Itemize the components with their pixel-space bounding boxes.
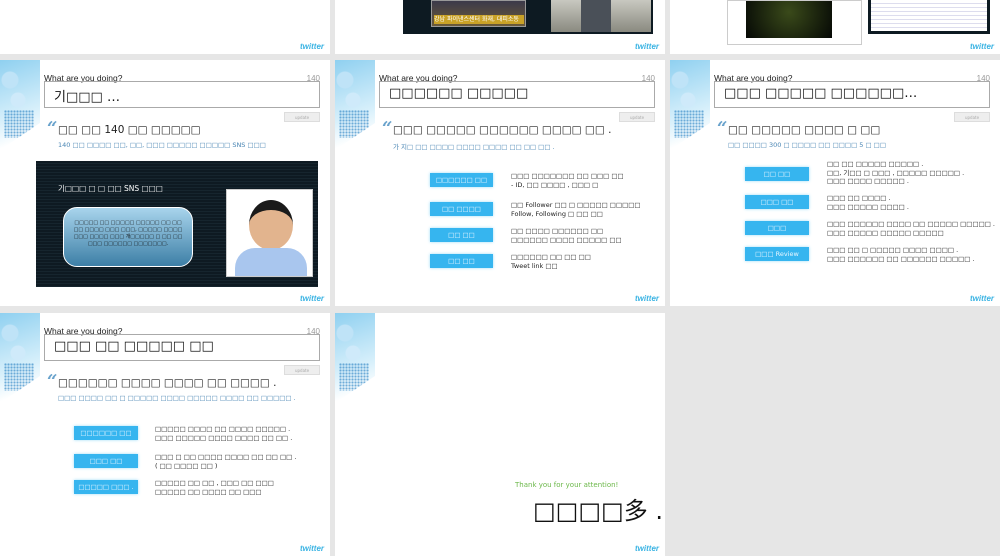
inner-title: 기□□□ □ □ □□ SNS □□□: [58, 184, 163, 193]
feature-desc: □□□□□□ □□ □□ □□ Tweet link □□: [511, 253, 591, 270]
news-image: 강남 파이낸스센터 화재, 대피소동: [403, 0, 653, 34]
desc-line: □□ □□ □□□□□ □□□□□ .: [827, 160, 924, 168]
person-photo: [226, 189, 313, 277]
desc-line: □□□ □ □□ □□□□ □□□□ □□ □□ □□ .: [155, 453, 297, 461]
bird-decoration-icon: [335, 60, 375, 150]
desc-line: □□□□□ □□ □□ , □□□ □□ □□□: [155, 479, 274, 487]
feature-button: □□ □□: [745, 167, 809, 181]
slide-thumbnail-7[interactable]: What are you doing? 140 □□□ □□ □□□□□ □□ …: [0, 313, 330, 556]
news-caption: 강남 파이낸스센터 화재, 대피소동: [434, 15, 524, 24]
feature-desc: □□□ □□ □□□□ . □□□ □□□□□ □□□□ .: [827, 194, 909, 211]
twitter-logo: twitter: [635, 544, 659, 553]
status-input: □□□□□□ □□□□□: [379, 81, 655, 108]
desc-line: □□ □□□□ □□□□□□ □□: [511, 227, 604, 235]
feature-desc: □□ Follower □□ □ □□□□□ □□□□□ Follow, Foll…: [511, 201, 641, 218]
bird-decoration-icon: [0, 60, 40, 150]
desc-line: □□□ □□□□□□ □□ □□□□□□ □□□□□ .: [827, 254, 975, 263]
desc-line: □□□ □□□□□□□ □□ □□□ □□: [511, 172, 624, 180]
closing-text: □□□□多 .: [533, 497, 663, 525]
desc-line: □□□ □□ □ □□□□□ □□□□ □□□□ .: [827, 246, 959, 254]
quote-icon: “: [47, 371, 58, 392]
desc-line: ( □□ □□□□ □□ ): [155, 461, 218, 470]
desc-line: Tweet link □□: [511, 261, 558, 270]
slide-thumbnail-2[interactable]: 강남 파이낸스센터 화재, 대피소동 twitter: [335, 0, 665, 54]
slide-heading: □□ □□□□□ □□□□ □ □□: [728, 124, 881, 136]
desc-line: □□□ □□ □□□□ .: [827, 194, 891, 202]
twitter-logo: twitter: [970, 294, 994, 303]
slide-thumbnail-4[interactable]: What are you doing? 140 기□□□ … update “ …: [0, 60, 330, 306]
desc-line: Follow, Following □ □□ □□: [511, 209, 603, 218]
update-button: update: [284, 112, 320, 122]
bird-decoration-icon: [670, 60, 710, 150]
slide-thumbnail-3[interactable]: twitter: [670, 0, 1000, 54]
slide-thumbnail-6[interactable]: What are you doing? 140 □□□ □□□□□ □□□□□□…: [670, 60, 1000, 306]
status-input: □□□ □□□□□ □□□□□□…: [714, 81, 990, 108]
feature-desc: □□□ □□ □ □□□□□ □□□□ □□□□ . □□□ □□□□□□ □□ …: [827, 246, 975, 263]
slide-thumbnail-8[interactable]: Thank you for your attention! □□□□多 . tw…: [335, 313, 665, 556]
desc-line: □□□ □□□□□ □□□□ .: [827, 202, 909, 211]
quote-icon: “: [717, 118, 728, 139]
twitter-logo: twitter: [300, 544, 324, 553]
desc-line: □□□ □□□□ □□□□□ .: [827, 177, 909, 185]
video-panel: 기□□□ □ □ □□ SNS □□□ □□□□□ □□ □□□□□ □□□□□…: [36, 161, 318, 287]
desc-line: - ID, □□ □□□□ , □□□ □: [511, 180, 599, 189]
bird-decoration-icon: [335, 313, 375, 403]
slide-heading: □□□ □□□□□ □□□□□□ □□□□ □□ .: [393, 124, 612, 136]
bird-decoration-icon: [0, 313, 40, 403]
speech-bubble: □□□□□ □□ □□□□□ □□□□□ □□ □□ □□ □□□□ □□□ □…: [63, 207, 193, 267]
desc-line: □□□□□ □□ □□□□ □□ □□□: [155, 487, 262, 496]
thanks-text: Thank you for your attention!: [515, 481, 619, 489]
feature-desc: □□ □□ □□□□□ □□□□□ . □□, 기□□ □ □□□ , □□□□□…: [827, 160, 964, 186]
slide-subtitle: 가 지□ □□ □□□□ □□□□ □□□□ □□ □□ □□ .: [393, 143, 555, 151]
feature-button: □□ □□: [430, 254, 493, 268]
update-button: update: [284, 365, 320, 375]
twitter-logo: twitter: [300, 42, 324, 51]
feature-button: □□ □□□□: [430, 202, 493, 216]
twitter-logo: twitter: [300, 294, 324, 303]
quote-icon: “: [47, 118, 58, 139]
feature-desc: □□□ □□□□□□□ □□ □□□ □□ - ID, □□ □□□□ , □□□…: [511, 172, 624, 189]
feature-desc: □□□ □□□□□□ □□□□ □□ □□□□□ □□□□□ . □□□ □□□□…: [827, 220, 995, 237]
slide-heading: □□ □□ 140 □□ □□□□□: [58, 124, 201, 136]
slide-thumbnail-1[interactable]: twitter: [0, 0, 330, 54]
web-screenshot: [868, 0, 990, 34]
feature-button: □□□ □□: [74, 454, 138, 468]
desc-line: □□□□□□ □□ □□ □□: [511, 253, 591, 261]
twitter-logo: twitter: [970, 42, 994, 51]
slide-subtitle: □□ □□□□ 300 □ □□□□ □□ □□□□ 5 □ □□: [728, 141, 886, 149]
feature-desc: □□□ □ □□ □□□□ □□□□ □□ □□ □□ .( □□ □□□□ □…: [155, 453, 296, 470]
desc-line: □□□ □□□□□□ □□□□ □□ □□□□□ □□□□□ .: [827, 220, 995, 228]
slide-subtitle: □□□ □□□□ □□ □ □□□□□ □□□□ □□□□□ □□□□ □□ □…: [58, 394, 296, 402]
desc-line: □□□□□□ □□□□ □□□□□ □□: [511, 235, 622, 244]
status-input: 기□□□ …: [44, 81, 320, 108]
desc-line: □□□ □□□□□ □□□□□ □□□□□: [827, 228, 944, 237]
slide-heading: □□□□□□ □□□□ □□□□ □□ □□□□ .: [58, 377, 277, 389]
feature-button: □□□□□□ □□: [74, 426, 138, 440]
feature-button: □□□ Review: [745, 247, 809, 261]
twitter-logo: twitter: [635, 294, 659, 303]
desc-line: □□, 기□□ □ □□□ , □□□□□ □□□□□ .: [827, 168, 965, 177]
quote-icon: “: [382, 118, 393, 139]
status-input: □□□ □□ □□□□□ □□: [44, 334, 320, 361]
feature-button: □□□□□□ □□: [430, 173, 493, 187]
update-button: update: [954, 112, 990, 122]
feature-desc: □□□□□ □□□□ □□ □□□□ □□□□□ . □□□ □□□□□ □□□□…: [155, 425, 292, 442]
desc-line: □□□□□ □□□□ □□ □□□□ □□□□□ .: [155, 425, 291, 433]
video-frame: [727, 0, 862, 45]
slide-subtitle: 140 □□ □□□□ □□, □□, □□□ □□□□□ □□□□□ SNS …: [58, 141, 266, 149]
feature-button: □□ □□: [430, 228, 493, 242]
feature-desc: □□□□□ □□ □□ , □□□ □□ □□□ □□□□□ □□ □□□□ □□…: [155, 479, 274, 496]
feature-button: □□□ □□: [745, 195, 809, 209]
feature-button: □□□: [745, 221, 809, 235]
feature-button: □□□□□ □□□ .: [74, 480, 138, 494]
twitter-logo: twitter: [635, 42, 659, 51]
feature-desc: □□ □□□□ □□□□□□ □□ □□□□□□ □□□□ □□□□□ □□: [511, 227, 622, 244]
slide-thumbnail-5[interactable]: What are you doing? 140 □□□□□□ □□□□□ upd…: [335, 60, 665, 306]
desc-line: □□□ □□□□□ □□□□ □□□□ □□ □□ .: [155, 433, 293, 442]
desc-line: □□ Follower □□ □ □□□□□ □□□□□: [511, 201, 641, 209]
update-button: update: [619, 112, 655, 122]
